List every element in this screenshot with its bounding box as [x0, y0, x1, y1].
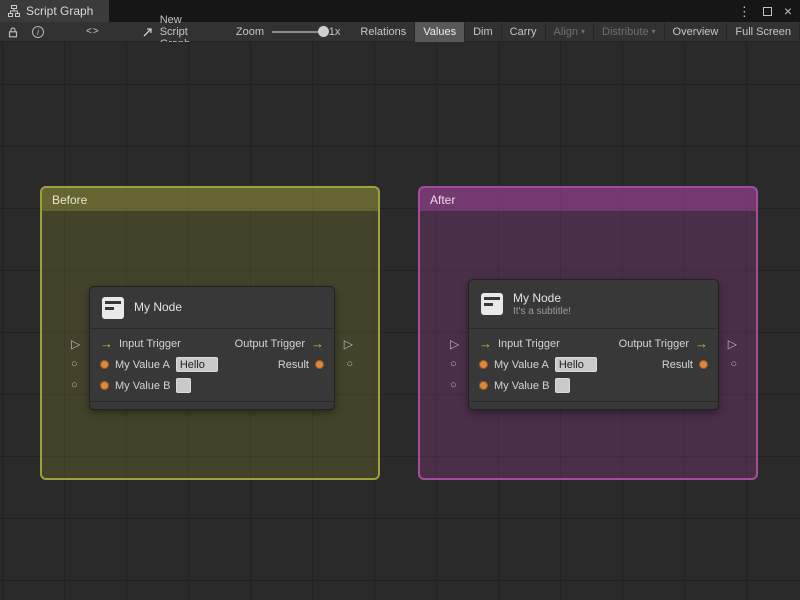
output-trigger-icon[interactable]: →: [695, 337, 708, 350]
tab-script-graph[interactable]: Script Graph: [0, 0, 110, 22]
value-a-label: My Value A: [115, 358, 170, 371]
relations-button[interactable]: Relations: [352, 21, 416, 42]
external-value-a-port[interactable]: ○: [450, 359, 457, 370]
output-trigger-label: Output Trigger: [618, 337, 689, 350]
node-header[interactable]: My Node: [90, 287, 334, 329]
value-b-port-row: ○ My Value B: [450, 375, 718, 396]
graph-canvas[interactable]: Before My Node ▷ → Input Trigger Output …: [0, 42, 800, 600]
dim-button[interactable]: Dim: [465, 21, 502, 42]
code-icon[interactable]: <>: [86, 22, 100, 42]
external-input-trigger-port[interactable]: ▷: [71, 338, 80, 350]
my-node[interactable]: My Node It's a subtitle! ▷ → Input Trigg…: [450, 279, 737, 410]
result-port-icon[interactable]: [699, 360, 708, 369]
group-before-title: Before: [52, 192, 88, 207]
trigger-port-row: ▷ → Input Trigger Output Trigger → ▷: [450, 333, 737, 354]
external-value-a-port[interactable]: ○: [71, 359, 78, 370]
node-header[interactable]: My Node It's a subtitle!: [469, 280, 718, 329]
result-port-icon[interactable]: [315, 360, 324, 369]
info-icon[interactable]: i: [32, 22, 44, 42]
group-after[interactable]: After My Node It's a subtitle! ▷ → Input…: [418, 186, 758, 480]
node-body: ▷ → Input Trigger Output Trigger → ▷ ○ M…: [71, 329, 353, 396]
external-value-b-port[interactable]: ○: [71, 380, 78, 391]
external-result-port[interactable]: ○: [346, 359, 353, 370]
distribute-button[interactable]: Distribute ▾: [594, 21, 665, 42]
input-trigger-label: Input Trigger: [119, 337, 181, 350]
tab-title: Script Graph: [26, 4, 94, 18]
value-a-field[interactable]: [175, 357, 218, 372]
node-title: My Node: [513, 290, 562, 305]
group-before[interactable]: Before My Node ▷ → Input Trigger Output …: [40, 186, 380, 480]
node-body: ▷ → Input Trigger Output Trigger → ▷ ○ M…: [450, 329, 737, 396]
value-b-port-icon[interactable]: [100, 381, 109, 390]
value-b-label: My Value B: [115, 379, 171, 392]
external-output-trigger-port[interactable]: ▷: [728, 338, 737, 350]
group-after-title: After: [430, 192, 456, 207]
node-icon: [481, 293, 503, 315]
zoom-label: Zoom: [235, 25, 264, 38]
node-title: My Node: [134, 300, 183, 314]
lock-icon[interactable]: [7, 22, 19, 42]
result-label: Result: [277, 358, 309, 371]
toolbar-buttons: Relations Values Dim Carry Align ▾ Distr…: [352, 21, 800, 42]
external-value-b-port[interactable]: ○: [450, 380, 457, 391]
input-trigger-icon[interactable]: →: [479, 337, 492, 350]
close-icon[interactable]: ×: [784, 4, 792, 18]
value-a-field[interactable]: [554, 357, 597, 372]
zoom-value: 1x: [328, 25, 341, 38]
external-result-port[interactable]: ○: [730, 359, 737, 370]
trigger-port-row: ▷ → Input Trigger Output Trigger → ▷: [71, 333, 353, 354]
value-b-port-row: ○ My Value B: [71, 375, 334, 396]
overview-button[interactable]: Overview: [665, 21, 728, 42]
value-a-port-icon[interactable]: [100, 360, 109, 369]
input-trigger-label: Input Trigger: [498, 337, 560, 350]
external-input-trigger-port[interactable]: ▷: [450, 338, 459, 350]
value-a-port-icon[interactable]: [479, 360, 488, 369]
node-icon: [102, 296, 124, 319]
graph-toolbar: i <> New Script Graph Zoom 1x Relations …: [0, 14, 800, 50]
window-controls: ⋮ ×: [738, 0, 800, 22]
output-trigger-icon[interactable]: →: [311, 337, 324, 350]
node-subtitle: It's a subtitle!: [513, 305, 572, 317]
zoom-slider-handle[interactable]: [317, 25, 329, 37]
window-menu-icon[interactable]: ⋮: [738, 5, 751, 18]
carry-button[interactable]: Carry: [502, 21, 546, 42]
tab-bar: Script Graph ⋮ ×: [0, 0, 800, 22]
node-footer: [90, 401, 334, 409]
values-button[interactable]: Values: [415, 21, 466, 42]
chevron-down-icon: ▾: [581, 27, 586, 36]
group-before-header[interactable]: Before: [42, 188, 378, 211]
value-b-field[interactable]: [176, 378, 192, 393]
value-a-port-row: ○ My Value A Result ○: [71, 354, 353, 375]
output-trigger-label: Output Trigger: [234, 337, 305, 350]
result-label: Result: [661, 358, 693, 371]
value-b-field[interactable]: [555, 378, 571, 393]
value-a-label: My Value A: [494, 358, 549, 371]
external-output-trigger-port[interactable]: ▷: [344, 338, 353, 350]
input-trigger-icon[interactable]: →: [100, 337, 113, 350]
fullscreen-button[interactable]: Full Screen: [727, 21, 800, 42]
script-graph-icon: [8, 5, 20, 17]
node-footer: [469, 401, 718, 409]
zoom-slider[interactable]: [272, 22, 329, 42]
maximize-icon[interactable]: [762, 6, 772, 16]
value-b-port-icon[interactable]: [479, 381, 488, 390]
align-button[interactable]: Align ▾: [546, 21, 595, 42]
zoom-slider-track: [272, 30, 324, 33]
graph-arrow-icon: [142, 26, 154, 38]
script-graph-window: Script Graph ⋮ × i <> New Script Graph: [0, 0, 800, 600]
value-b-label: My Value B: [494, 379, 550, 392]
group-after-header[interactable]: After: [420, 188, 756, 211]
chevron-down-icon: ▾: [651, 27, 656, 36]
my-node[interactable]: My Node ▷ → Input Trigger Output Trigger…: [71, 286, 353, 410]
value-a-port-row: ○ My Value A Result ○: [450, 354, 737, 375]
